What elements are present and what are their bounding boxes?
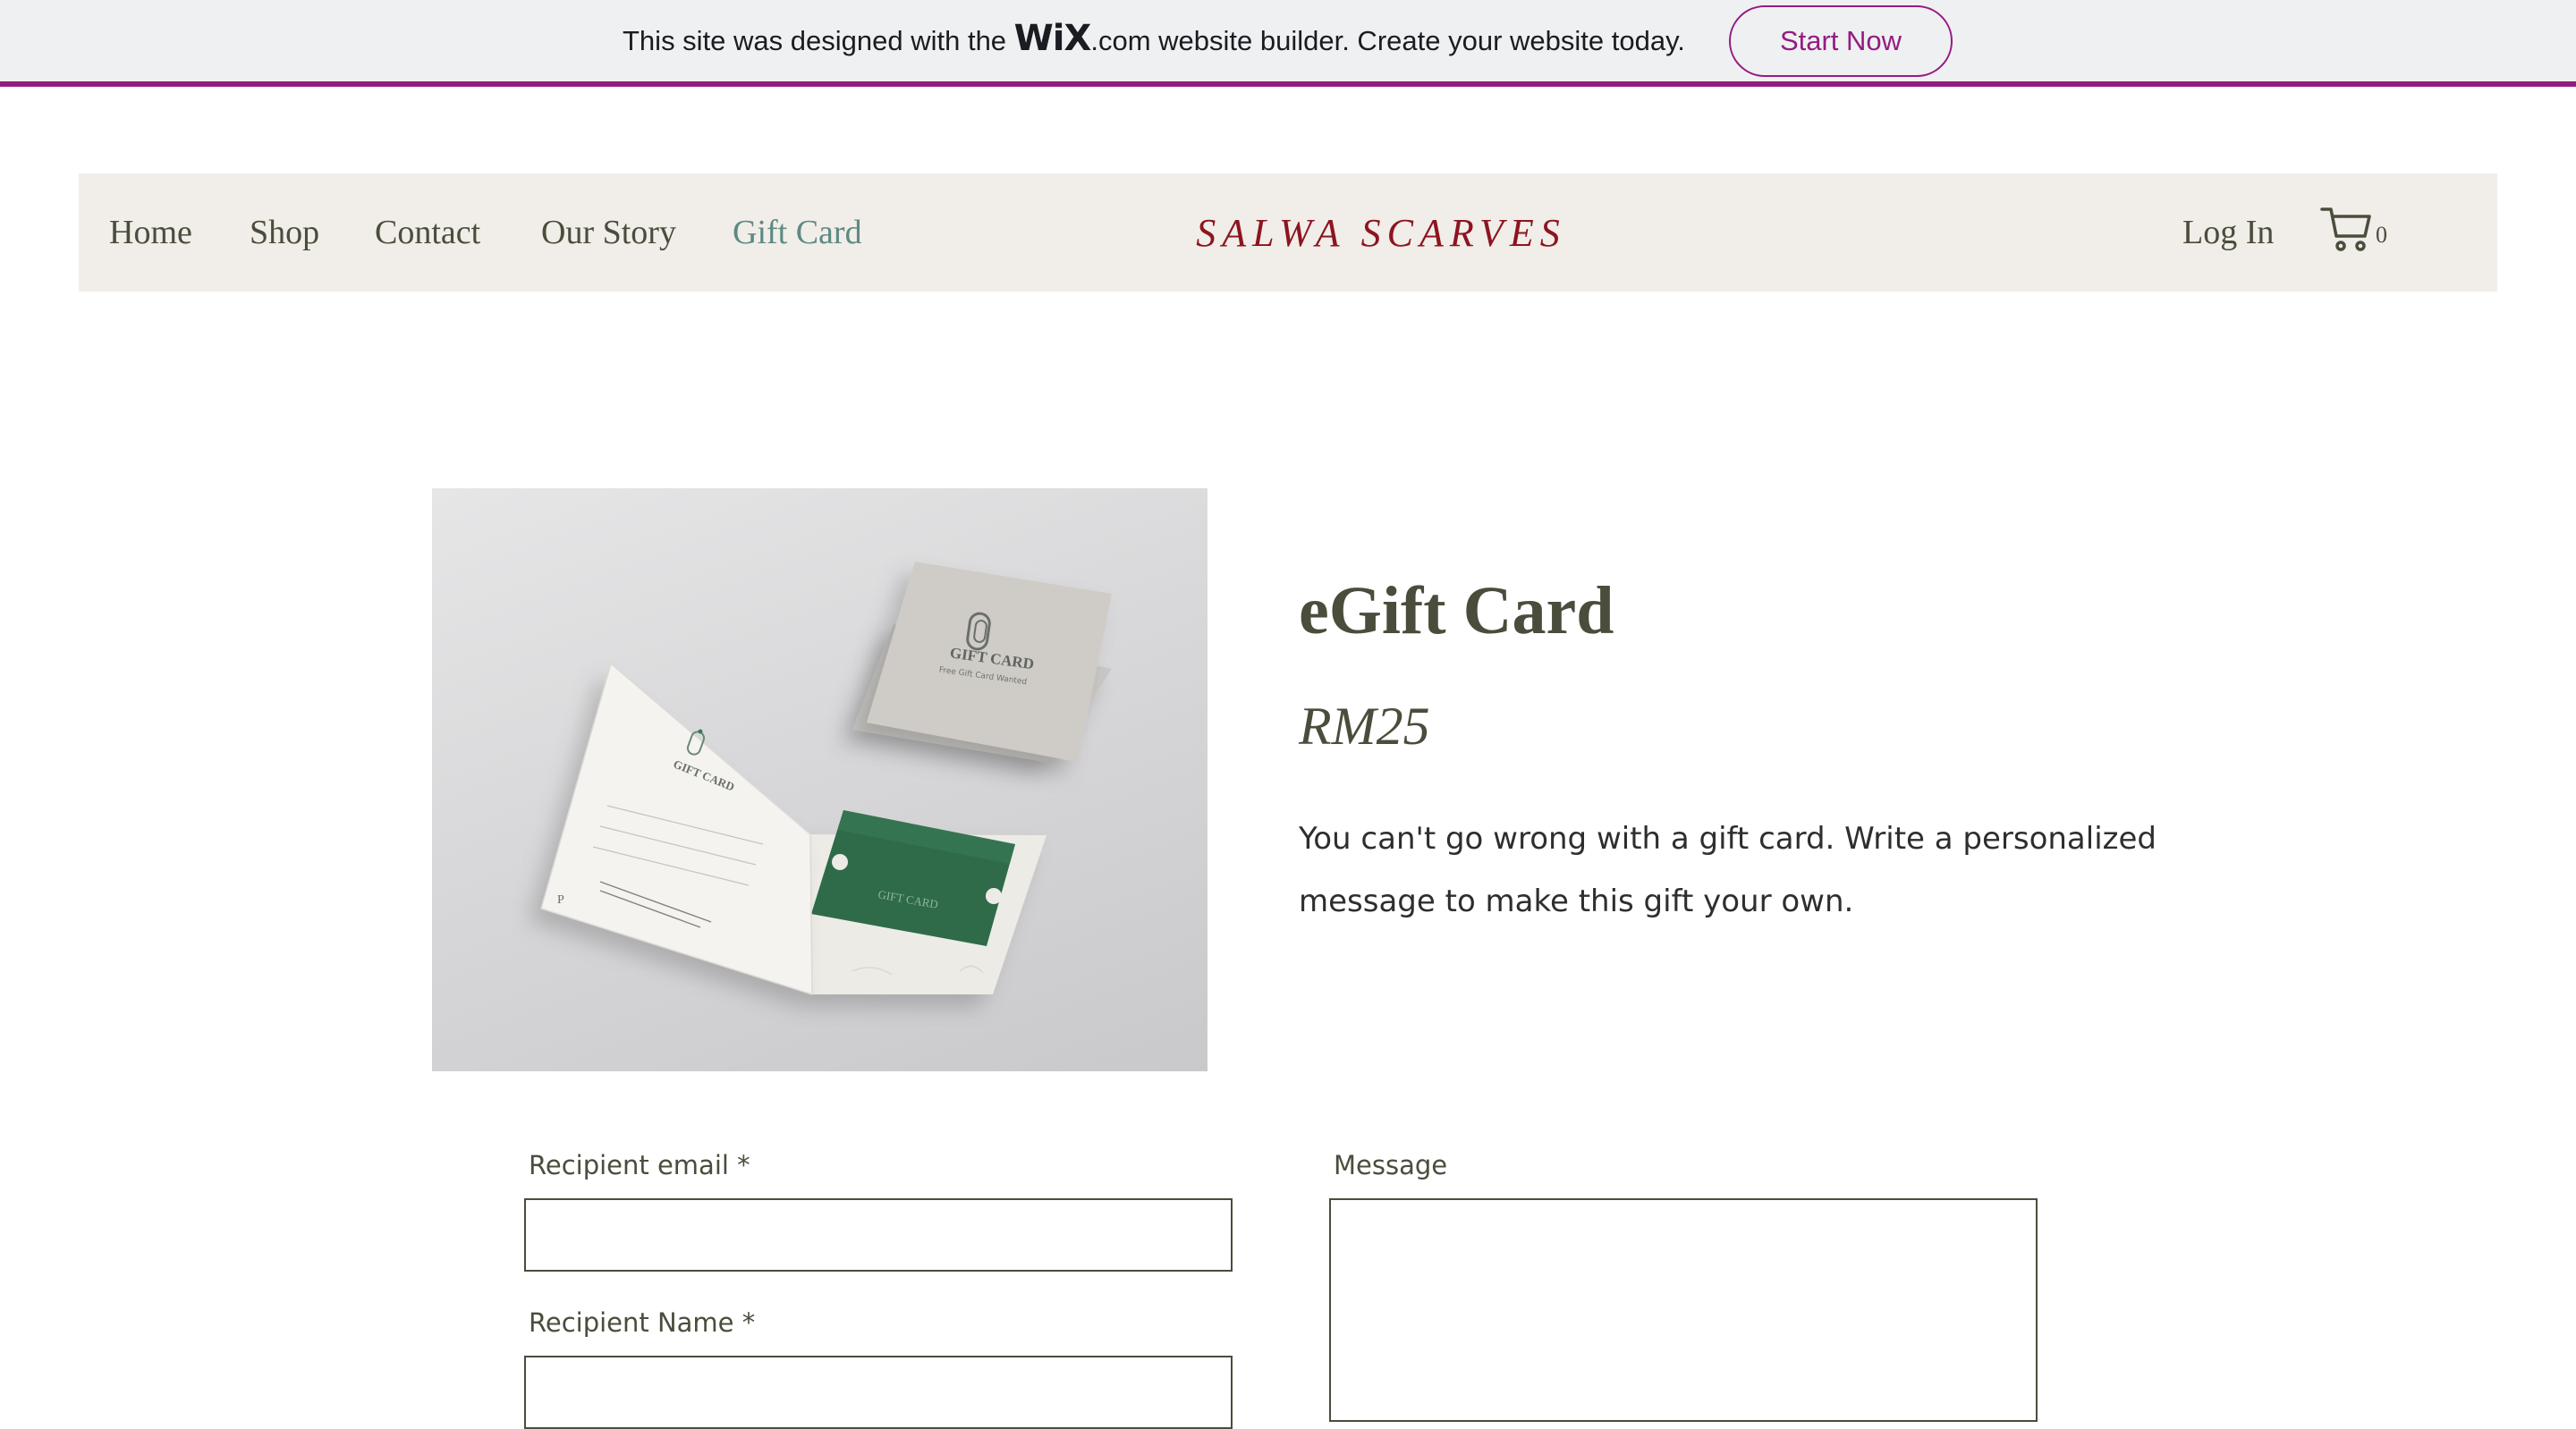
recipient-email-label: Recipient email * xyxy=(529,1150,750,1180)
nav-item-home[interactable]: Home xyxy=(109,173,192,292)
start-now-button[interactable]: Start Now xyxy=(1729,5,1953,77)
svg-text:P: P xyxy=(557,893,564,907)
product-description: You can't go wrong with a gift card. Wri… xyxy=(1299,821,2157,919)
nav-item-gift-card[interactable]: Gift Card xyxy=(733,173,862,292)
message-label: Message xyxy=(1334,1150,1448,1180)
message-textarea[interactable] xyxy=(1329,1198,2038,1422)
login-link[interactable]: Log In xyxy=(2182,173,2274,292)
recipient-email-input[interactable] xyxy=(524,1198,1233,1272)
wix-promo-banner: This site was designed with the WiX .com… xyxy=(0,0,2576,87)
wix-banner-text-after: .com website builder. Create your websit… xyxy=(1090,25,1685,56)
wix-banner-text-before: This site was designed with the xyxy=(623,25,1014,56)
site-header: Home Shop Contact Our Story Gift Card SA… xyxy=(79,173,2497,292)
wix-logo: WiX xyxy=(1013,18,1092,59)
product-price: RM25 xyxy=(1299,697,1430,756)
gift-card-mockup-image: GIFT CARD Free Gift Card Wanted GIFT CAR… xyxy=(540,562,1112,996)
nav-item-contact[interactable]: Contact xyxy=(375,173,480,292)
recipient-name-input[interactable] xyxy=(524,1356,1233,1429)
site-logo[interactable]: SALWA SCARVES xyxy=(1131,173,1631,292)
nav-item-our-story[interactable]: Our Story xyxy=(541,173,676,292)
recipient-name-label: Recipient Name * xyxy=(529,1307,756,1338)
cart-count: 0 xyxy=(2376,222,2387,248)
product-title: eGift Card xyxy=(1299,573,1614,648)
wix-banner-text: This site was designed with the WiX .com… xyxy=(623,18,1685,61)
nav-item-shop[interactable]: Shop xyxy=(250,173,319,292)
cart-icon xyxy=(2320,207,2371,251)
cart-button[interactable]: 0 xyxy=(2320,206,2392,259)
product-image[interactable]: GIFT CARD Free Gift Card Wanted GIFT CAR… xyxy=(432,488,1208,1071)
